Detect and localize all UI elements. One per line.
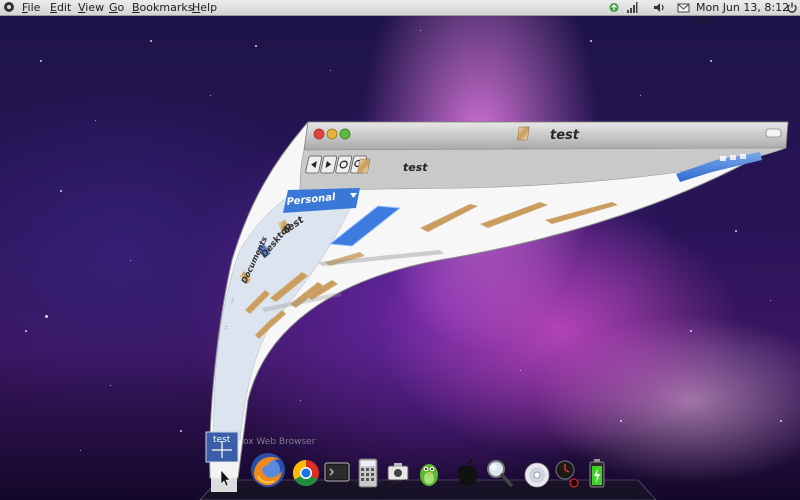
battery-icon[interactable] — [588, 458, 606, 488]
screenshot-icon[interactable] — [386, 460, 410, 486]
magnifier-icon[interactable] — [484, 458, 514, 488]
crumb-folder-icon — [357, 158, 371, 174]
window-titlebar — [303, 121, 789, 151]
dvd-icon[interactable] — [524, 462, 550, 488]
apple-icon[interactable] — [454, 458, 480, 488]
stopwatch-icon[interactable] — [553, 458, 581, 488]
title-folder-icon — [517, 126, 530, 141]
calculator-icon[interactable] — [358, 458, 378, 488]
window-title: test — [550, 128, 580, 143]
dock-tooltip: ox Web Browser — [243, 437, 316, 447]
file-manager-window[interactable]: test test Personal test Desktop Document… — [0, 0, 800, 500]
toolbar-toggle-button — [765, 128, 782, 138]
path-crumb: test — [403, 161, 428, 174]
minimized-window-label: test — [213, 435, 231, 445]
zoom-button — [339, 128, 351, 140]
cursor-icon — [211, 462, 237, 492]
terminal-icon[interactable] — [324, 462, 350, 484]
close-button — [313, 128, 325, 140]
firefox-icon[interactable] — [248, 450, 288, 490]
chrome-icon[interactable] — [291, 458, 321, 488]
minimize-button — [326, 128, 338, 140]
pidgin-icon[interactable] — [418, 458, 440, 488]
